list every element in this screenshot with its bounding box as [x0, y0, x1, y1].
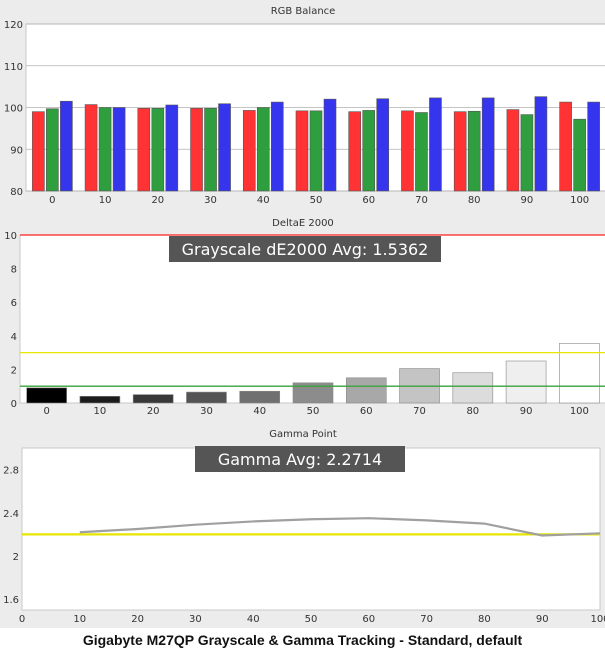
panel1-y-tick-label: 90: [10, 145, 23, 156]
panel1-x-tick-label: 50: [310, 195, 323, 206]
panel1-red-bar: [190, 108, 203, 192]
panel2-delta-bar: [79, 395, 121, 404]
panel1-x-tick-label: 40: [257, 195, 270, 206]
panel3-x-tick-label: 100: [590, 614, 605, 625]
panel1-x-tick-label: 20: [151, 195, 164, 206]
panel2-x-tick-label: 50: [307, 406, 320, 417]
panel1-green-bar: [256, 107, 270, 192]
charts-canvas: RGB Balance80901001101200 10 20 30 40 50 60 70 8…: [0, 0, 605, 628]
panel1-x-tick-label: 30: [204, 195, 217, 206]
panel1-x-tick-label: 0: [49, 195, 55, 206]
panel1-blue-bar: [534, 96, 548, 192]
panel3-x-tick-label: 10: [73, 614, 86, 625]
panel1-blue-bar: [429, 97, 442, 192]
panel2-x-tick-label: 80: [466, 406, 479, 417]
panel1-green-bar: [520, 114, 534, 192]
panel1-blue-bar: [376, 98, 390, 192]
panel1-x-tick-label: 70: [415, 195, 428, 206]
panel2-delta-bar: [452, 372, 494, 404]
panel2-title: DeltaE 2000: [272, 218, 334, 229]
panel1-green-bar: [362, 110, 376, 192]
panel1-red-bar: [242, 110, 256, 192]
panel1-green-bar: [467, 110, 481, 192]
panel1-blue-bar: [165, 104, 179, 192]
panel1-blue-bar: [60, 100, 73, 192]
panel2-y-tick-label: 8: [11, 265, 17, 276]
panel1-red-bar: [559, 101, 572, 192]
panel1-x-tick-label: 90: [521, 195, 534, 206]
panel2-y-tick-label: 0: [11, 399, 17, 410]
panel1-red-bar: [401, 110, 414, 192]
panel2-y-tick-label: 2: [11, 365, 17, 376]
panel1-y-tick-label: 100: [4, 104, 23, 115]
panel1-red-bar: [295, 110, 309, 192]
panel1-green-bar: [415, 112, 428, 192]
panel2-delta-bar: [186, 391, 227, 404]
panel2-x-tick-label: 20: [147, 406, 160, 417]
panel2-delta-bar: [345, 377, 387, 404]
panel2-delta-bar: [132, 394, 174, 404]
panel2-x-tick-label: 70: [413, 406, 426, 417]
figure-caption: Gigabyte M27QP Grayscale & Gamma Trackin…: [0, 628, 605, 652]
panel1-x-tick-label: 80: [468, 195, 481, 206]
panel1-y-tick-label: 120: [4, 20, 23, 31]
panel1-green-bar: [573, 118, 586, 192]
panel1-blue-bar: [270, 101, 284, 192]
panel2-delta-bar: [505, 360, 547, 404]
panel3-y-tick-label: 2.4: [3, 509, 19, 520]
panel3-x-tick-label: 80: [478, 614, 491, 625]
panel2-y-tick-label: 10: [4, 231, 17, 242]
panel3-title: Gamma Point: [269, 429, 337, 440]
panel2-x-tick-label: 60: [360, 406, 373, 417]
panel2-x-tick-label: 30: [200, 406, 213, 417]
panel2-y-tick-label: 6: [11, 298, 17, 309]
panel2-x-tick-label: 100: [570, 406, 589, 417]
panel1-green-bar: [309, 110, 323, 192]
panel1-blue-bar: [587, 101, 600, 192]
panel2-x-tick-label: 90: [520, 406, 533, 417]
panel3-x-tick-label: 0: [19, 614, 25, 625]
panel1-blue-bar: [323, 98, 337, 192]
panel3-x-tick-label: 40: [247, 614, 260, 625]
chart-figure: RGB Balance 80 90 100 110 120 0 10 20 30 40 50 60 70 8…: [0, 0, 605, 652]
panel1-green-bar: [98, 107, 112, 192]
panel2-delta-bar: [26, 387, 67, 404]
panel2-annotation: Grayscale dE2000 Avg: 1.5362: [182, 240, 429, 259]
panel1-title: RGB Balance: [271, 6, 336, 17]
panel3-annotation: Gamma Avg: 2.2714: [218, 450, 382, 469]
panel3-x-tick-label: 20: [131, 614, 144, 625]
panel1-green-bar: [204, 108, 217, 192]
panel3-x-tick-label: 60: [362, 614, 375, 625]
panel1-red-bar: [32, 111, 45, 192]
panel1-x-tick-label: 60: [362, 195, 375, 206]
panel1-blue-bar: [112, 107, 126, 192]
panel1-red-bar: [137, 108, 151, 192]
panel1-red-bar: [348, 111, 362, 192]
panel3-x-tick-label: 70: [420, 614, 433, 625]
panel1-green-bar: [151, 108, 165, 192]
panel1-red-bar: [453, 111, 467, 192]
panel2-x-tick-label: 10: [94, 406, 107, 417]
panel1-x-tick-label: 10: [99, 195, 112, 206]
panel2-y-tick-label: 4: [11, 332, 17, 343]
panel2-x-tick-label: 0: [43, 406, 49, 417]
panel3-x-tick-label: 50: [305, 614, 318, 625]
panel1-red-bar: [506, 109, 520, 192]
panel1-y-tick-label: 80: [10, 187, 23, 198]
panel3-y-tick-label: 1.6: [3, 595, 19, 606]
panel3-x-tick-label: 90: [536, 614, 549, 625]
panel1-green-bar: [46, 108, 59, 192]
panel3-x-tick-label: 30: [189, 614, 202, 625]
panel1-red-bar: [84, 104, 98, 192]
panel3-y-tick-label: 2: [13, 552, 19, 563]
panel1-x-tick-label: 100: [570, 195, 589, 206]
panel2-x-tick-label: 40: [253, 406, 266, 417]
panel1-blue-bar: [481, 97, 495, 192]
panel2-delta-bar: [239, 390, 281, 404]
panel1-y-tick-label: 110: [4, 62, 23, 73]
panel1-blue-bar: [218, 103, 231, 192]
panel3-y-tick-label: 2.8: [3, 466, 19, 477]
